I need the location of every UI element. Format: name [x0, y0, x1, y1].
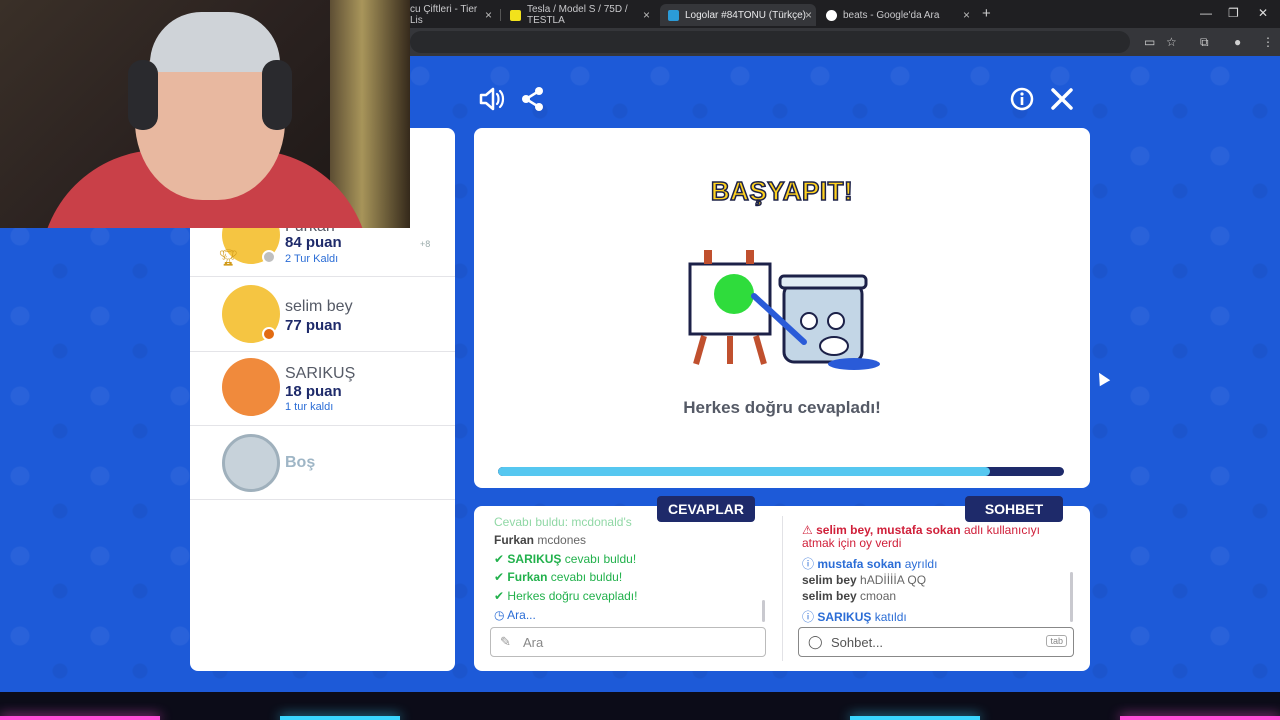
round-progress-bar: [498, 467, 1064, 476]
chat-scrollbar[interactable]: [1070, 572, 1073, 622]
status-badge: [262, 250, 276, 264]
chat-header[interactable]: SOHBET: [965, 496, 1063, 522]
chat-bubble-icon: ◯: [808, 634, 823, 649]
browser-tab-1-label: cu Çiftleri - Tier Lis: [410, 4, 478, 26]
close-icon[interactable]: ×: [643, 8, 650, 22]
answer-message: Cevabı buldu: mcdonald's: [494, 515, 632, 529]
player-score: 18 puan: [285, 383, 342, 400]
player-score: 84 puan: [285, 234, 342, 251]
chat-message: selim bey cmoan: [802, 589, 897, 603]
minimize-button[interactable]: —: [1200, 6, 1212, 20]
answer-message: Furkan mcdones: [494, 533, 587, 547]
new-tab-button[interactable]: +: [982, 5, 991, 22]
chat-message: selim bey hADİİİİA QQ: [802, 573, 927, 587]
trophy-icon: 🏆︎: [218, 250, 239, 267]
player-name: selim bey: [285, 298, 353, 315]
chat-card: CEVAPLAR SOHBET Cevabı buldu: mcdonald's…: [474, 496, 1090, 671]
browser-tab-4-label: beats - Google'da Ara: [843, 9, 940, 21]
browser-tab-1[interactable]: cu Çiftleri - Tier Lis ×: [402, 4, 500, 26]
window-close-button[interactable]: ✕: [1258, 6, 1268, 20]
result-card: BAŞYAPIT! Herkes doğru cevapladı!: [474, 128, 1090, 488]
chat-message: ⚠ selim bey, mustafa sokan adlı kullanıc…: [802, 523, 1041, 550]
extensions-icon[interactable]: ⧉: [1200, 35, 1209, 50]
answer-message: ✔ SARIKUŞ cevabı buldu!: [494, 552, 637, 566]
sound-icon[interactable]: [478, 86, 506, 119]
info-icon: ⓘ: [802, 610, 815, 624]
easel-painting-icon: [688, 250, 880, 370]
bottom-strip: [0, 692, 1280, 720]
profile-icon[interactable]: ●: [1234, 35, 1241, 49]
chat-input[interactable]: ◯ Sohbet... tab: [798, 627, 1074, 657]
menu-icon[interactable]: ⋮: [1262, 35, 1274, 49]
browser-tab-3[interactable]: Logolar #84TONU (Türkçe) ×: [660, 4, 816, 26]
tab-favicon: [510, 9, 521, 21]
answer-message: ◷ Ara...: [494, 608, 536, 622]
close-icon[interactable]: ×: [963, 8, 970, 22]
result-subtitle: Herkes doğru cevapladı!: [683, 398, 881, 417]
player-row-empty: Boş: [190, 426, 455, 500]
check-icon: ✔: [494, 552, 505, 566]
browser-tab-2[interactable]: Tesla / Model S / 75D / TESTLA ×: [502, 4, 658, 26]
browser-tab-4[interactable]: beats - Google'da Ara ×: [818, 4, 978, 26]
check-icon: ✔: [494, 589, 505, 603]
score-gain: +8: [420, 239, 431, 249]
chat-message: ⓘ mustafa sokan ayrıldı: [802, 557, 938, 571]
close-icon[interactable]: ×: [805, 8, 812, 22]
answer-message: ✔ Furkan cevabı buldu!: [494, 570, 623, 584]
status-badge: [262, 327, 276, 341]
result-title: BAŞYAPIT!: [710, 175, 854, 207]
warning-icon: ⚠: [802, 523, 813, 537]
info-icon: ⓘ: [802, 557, 815, 571]
pencil-icon: ✎: [500, 634, 511, 649]
tab-shortcut-hint: tab: [1046, 635, 1067, 647]
star-icon[interactable]: ☆: [1166, 35, 1177, 49]
browser-tab-2-label: Tesla / Model S / 75D / TESTLA: [527, 4, 628, 26]
player-turns: 1 tur kaldı: [285, 401, 334, 413]
answer-message: ✔ Herkes doğru cevapladı!: [494, 589, 638, 603]
empty-avatar-icon: [222, 434, 280, 492]
close-icon[interactable]: [1050, 87, 1074, 118]
player-score: 77 puan: [285, 317, 342, 334]
google-icon: [826, 9, 837, 21]
maximize-button[interactable]: ❐: [1228, 6, 1239, 20]
progress-fill: [498, 467, 991, 476]
player-row: SARIKUŞ 18 puan 1 tur kaldı: [190, 352, 455, 426]
share-icon[interactable]: [520, 86, 546, 119]
webcam-overlay: [0, 0, 410, 228]
tab-favicon: [668, 9, 679, 21]
url-field[interactable]: [410, 31, 1130, 53]
clock-icon: ◷: [494, 608, 505, 622]
answer-input[interactable]: ✎ Ara: [490, 627, 766, 657]
player-name: SARIKUŞ: [285, 365, 356, 382]
info-icon[interactable]: [1010, 87, 1034, 118]
chat-message: ⓘ SARIKUŞ katıldı: [802, 610, 907, 624]
check-icon: ✔: [494, 570, 505, 584]
player-turns: 2 Tur Kaldı: [285, 253, 339, 265]
cast-icon[interactable]: ▭: [1144, 35, 1155, 49]
player-name: Boş: [285, 454, 316, 471]
answers-scrollbar[interactable]: [762, 600, 765, 622]
browser-tab-3-label: Logolar #84TONU (Türkçe): [685, 9, 806, 21]
answers-header[interactable]: CEVAPLAR: [657, 496, 755, 522]
close-icon[interactable]: ×: [485, 8, 492, 22]
avatar: [222, 358, 280, 416]
player-row: selim bey 77 puan: [190, 277, 455, 352]
